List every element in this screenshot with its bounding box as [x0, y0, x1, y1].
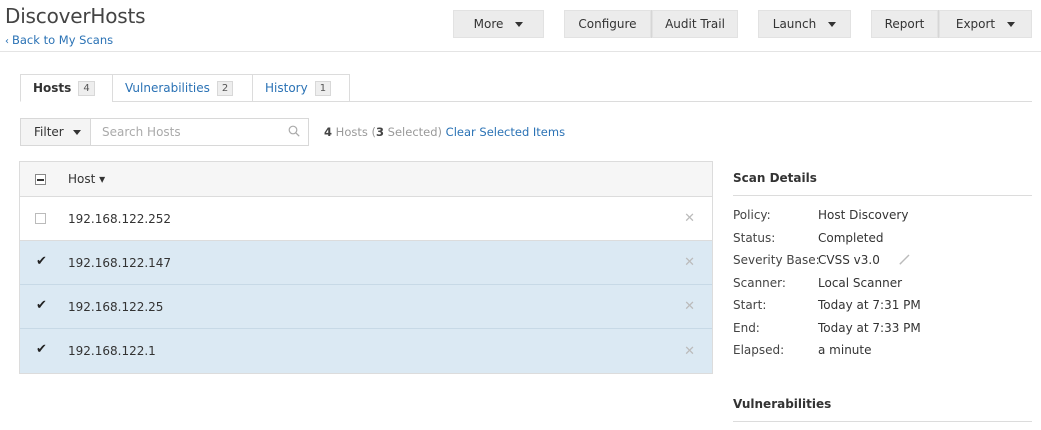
- tab-history-count: 1: [314, 80, 332, 96]
- configure-button-label: Configure: [578, 17, 637, 31]
- back-to-my-scans-link[interactable]: ‹ Back to My Scans: [5, 33, 113, 47]
- table-header: Host ▾: [20, 162, 712, 197]
- status-label: Status:: [733, 231, 776, 245]
- start-label: Start:: [733, 298, 767, 312]
- policy-value: Host Discovery: [818, 208, 909, 222]
- caret-down-icon: [1007, 21, 1016, 27]
- more-button-label: More: [473, 17, 504, 31]
- remove-icon[interactable]: ✕: [684, 344, 695, 359]
- selected-count: 3: [376, 125, 385, 139]
- host-address: 192.168.122.147: [68, 255, 172, 270]
- launch-button[interactable]: Launch: [758, 10, 851, 38]
- status-value: Completed: [818, 231, 884, 245]
- search-icon[interactable]: [288, 125, 300, 137]
- tab-history[interactable]: History 1: [252, 74, 350, 102]
- tab-vulnerabilities[interactable]: Vulnerabilities 2: [112, 74, 253, 102]
- caret-down-icon: [828, 21, 837, 27]
- vulnerabilities-divider: [733, 421, 1032, 422]
- scan-details-title: Scan Details: [733, 171, 817, 185]
- checkmark-icon[interactable]: ✔: [36, 342, 47, 357]
- start-value: Today at 7:31 PM: [818, 298, 921, 312]
- tab-history-label: History: [265, 81, 308, 95]
- hosts-word: Hosts (: [332, 125, 376, 139]
- host-count: 4: [324, 125, 333, 139]
- severity-base-value: CVSS v3.0: [818, 253, 880, 267]
- table-row[interactable]: ✔ 192.168.122.1 ✕: [20, 329, 712, 373]
- end-label: End:: [733, 321, 760, 335]
- filter-button[interactable]: Filter: [20, 118, 91, 146]
- caret-down-icon: [72, 129, 81, 135]
- tab-hosts-count: 4: [78, 80, 95, 96]
- export-button[interactable]: Export: [939, 10, 1032, 38]
- row-checkbox[interactable]: [35, 213, 46, 224]
- selected-word: Selected): [384, 125, 446, 139]
- report-button-label: Report: [884, 17, 925, 31]
- launch-button-label: Launch: [772, 17, 817, 31]
- vulnerabilities-title: Vulnerabilities: [733, 397, 832, 411]
- caret-down-icon: [515, 21, 524, 27]
- tab-vulnerabilities-count: 2: [216, 80, 234, 96]
- table-row[interactable]: 192.168.122.252 ✕: [20, 197, 712, 241]
- report-button[interactable]: Report: [871, 10, 938, 38]
- tab-hosts[interactable]: Hosts 4: [20, 74, 113, 102]
- end-value: Today at 7:33 PM: [818, 321, 921, 335]
- configure-button[interactable]: Configure: [564, 10, 651, 38]
- remove-icon[interactable]: ✕: [684, 299, 695, 314]
- audit-trail-button[interactable]: Audit Trail: [652, 10, 738, 38]
- hosts-table: Host ▾ 192.168.122.252 ✕ ✔ 192.168.122.1…: [19, 161, 713, 374]
- checkmark-icon[interactable]: ✔: [36, 254, 47, 269]
- tab-vulnerabilities-label: Vulnerabilities: [125, 81, 210, 95]
- filter-button-label: Filter: [34, 125, 64, 139]
- elapsed-value: a minute: [818, 343, 872, 357]
- checkmark-icon[interactable]: ✔: [36, 298, 47, 313]
- back-link-label: Back to My Scans: [12, 33, 114, 47]
- host-address: 192.168.122.252: [68, 211, 172, 226]
- severity-base-label: Severity Base:: [733, 253, 820, 267]
- table-row[interactable]: ✔ 192.168.122.147 ✕: [20, 241, 712, 285]
- chevron-left-icon: ‹: [5, 36, 9, 47]
- export-button-label: Export: [955, 17, 996, 31]
- search-box: [90, 118, 309, 146]
- edit-pencil-icon[interactable]: [899, 253, 911, 265]
- selection-summary: 4 Hosts (3 Selected) Clear Selected Item…: [324, 125, 565, 139]
- scanner-label: Scanner:: [733, 276, 786, 290]
- search-hosts-input[interactable]: [91, 119, 281, 145]
- select-all-checkbox[interactable]: [35, 173, 46, 185]
- more-button[interactable]: More: [453, 10, 544, 38]
- table-row[interactable]: ✔ 192.168.122.25 ✕: [20, 285, 712, 329]
- elapsed-label: Elapsed:: [733, 343, 785, 357]
- page-title: DiscoverHosts: [5, 4, 146, 28]
- host-address: 192.168.122.1: [68, 344, 156, 358]
- scanner-value: Local Scanner: [818, 276, 903, 290]
- policy-label: Policy:: [733, 208, 771, 222]
- tab-hosts-label: Hosts: [33, 81, 72, 95]
- remove-icon[interactable]: ✕: [684, 255, 695, 270]
- clear-selected-items-link[interactable]: Clear Selected Items: [446, 125, 565, 139]
- audit-trail-button-label: Audit Trail: [665, 17, 725, 31]
- scan-details-divider: [733, 195, 1032, 196]
- remove-icon[interactable]: ✕: [684, 211, 695, 226]
- header-divider: [0, 51, 1041, 52]
- host-column-header[interactable]: Host ▾: [68, 172, 105, 186]
- host-address: 192.168.122.25: [68, 299, 164, 314]
